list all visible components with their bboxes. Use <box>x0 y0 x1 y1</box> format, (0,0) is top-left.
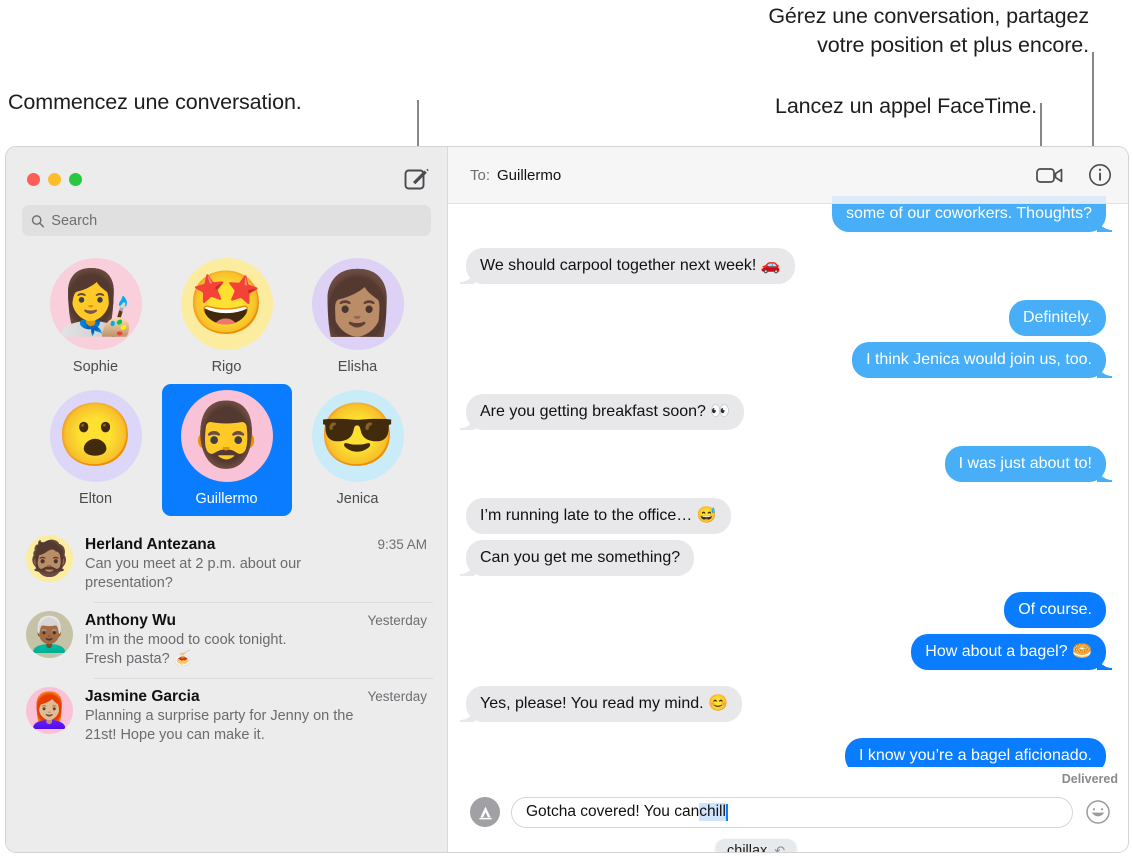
list-item-header: Anthony Wu Yesterday <box>85 612 427 630</box>
message-row: some of our coworkers. Thoughts? <box>466 196 1113 232</box>
message-row: I think Jenica would join us, too. <box>466 342 1112 378</box>
message-row: Of course. <box>466 592 1106 628</box>
list-item-preview: Can you meet at 2 p.m. about our present… <box>85 556 302 591</box>
pinned-conversation-label: Jenica <box>336 491 379 507</box>
zoom-button[interactable] <box>69 173 82 186</box>
pinned-conversation-jenica[interactable]: 😎 Jenica <box>293 384 423 516</box>
avatar: 😮 <box>49 390 142 482</box>
message-bubble-received[interactable]: We should carpool together next week! 🚗 <box>466 248 795 284</box>
list-item-body: Jasmine Garcia Yesterday Planning a surpri… <box>85 687 427 745</box>
pinned-conversation-elisha[interactable]: 👩🏽 Elisha <box>293 252 423 384</box>
message-row: I know you’re a bagel aficionado. <box>466 738 1113 767</box>
recipient-name[interactable]: Guillermo <box>497 167 561 184</box>
smiley-face-icon[interactable] <box>1084 798 1112 826</box>
message-bubble-received[interactable]: Are you getting breakfast soon? 👀 <box>466 394 745 430</box>
pinned-conversation-label: Sophie <box>72 359 119 375</box>
conversation-pane: To: Guillermo some of our coworkers. Tho… <box>448 147 1128 852</box>
close-button[interactable] <box>27 173 40 186</box>
video-camera-icon[interactable] <box>1036 161 1064 189</box>
callout-manage-conversation: Gérez une conversation, partagez votre p… <box>768 4 1089 57</box>
pinned-conversation-rigo[interactable]: 🤩 Rigo <box>162 252 292 384</box>
list-item-header: Jasmine Garcia Yesterday <box>85 688 427 706</box>
message-row: We should carpool together next week! 🚗 <box>466 248 1106 284</box>
pinned-conversation-elton[interactable]: 😮 Elton <box>31 384 161 516</box>
message-bubble-sent[interactable]: Of course. <box>1004 592 1106 628</box>
list-item[interactable]: 🧔🏽 Herland Antezana 9:35 AM Can you meet at… <box>6 526 447 602</box>
message-input-selected-text: chill <box>699 803 726 821</box>
pinned-conversation-label: Elton <box>78 491 113 507</box>
messages-window: 👩‍🎨 Sophie 🤩 Rigo 👩🏽 Elisha 😮 Elton 🧔‍♂️ Guillerm… <box>5 146 1129 853</box>
list-item-body: Anthony Wu Yesterday I’m in the mood to co… <box>85 611 427 669</box>
app-store-icon[interactable] <box>470 797 505 827</box>
avatar: 😎 <box>311 390 404 482</box>
message-row: I was just about to! <box>466 446 1113 482</box>
avatar: 🤩 <box>180 258 273 350</box>
pinned-conversation-label: Guillermo <box>195 491 258 507</box>
avatar: 👩🏽 <box>311 258 404 350</box>
list-item[interactable]: 👩🏼‍🦰 Jasmine Garcia Yesterday Planning a su… <box>6 678 447 754</box>
list-item-preview: I’m in the mood to cook tonight. Fresh p… <box>85 632 287 667</box>
message-bubble-sent[interactable]: How about a bagel? 🥯 <box>911 634 1112 670</box>
autocomplete-suggestion[interactable]: chillax ↶ <box>716 839 797 853</box>
list-item-header: Herland Antezana 9:35 AM <box>85 536 427 554</box>
list-item-sender: Anthony Wu <box>85 612 176 629</box>
conversation-header: To: Guillermo <box>448 147 1128 204</box>
list-item-timestamp: Yesterday <box>367 613 427 628</box>
list-item[interactable]: 👨🏾‍🦳 Anthony Wu Yesterday I’m in the mood t… <box>6 602 447 678</box>
traffic-light-controls <box>27 173 82 186</box>
delivery-status: Delivered <box>1061 772 1118 786</box>
avatar: 👨🏾‍🦳 <box>26 611 73 658</box>
search-input[interactable] <box>51 212 422 229</box>
window-titlebar <box>6 147 447 205</box>
search-icon <box>31 214 45 227</box>
message-bubble-received[interactable]: I’m running late to the office… 😅 <box>466 498 731 534</box>
pinned-conversation-guillermo[interactable]: 🧔‍♂️ Guillermo <box>161 384 292 516</box>
pinned-conversation-sophie[interactable]: 👩‍🎨 Sophie <box>31 252 161 384</box>
compose-pencil-square-icon[interactable] <box>403 165 429 191</box>
pinned-conversation-label: Elisha <box>337 359 378 375</box>
list-item-timestamp: 9:35 AM <box>377 537 427 552</box>
message-list: some of our coworkers. Thoughts? We shoul… <box>448 147 1128 767</box>
message-bubble-sent[interactable]: I think Jenica would join us, too. <box>852 342 1112 378</box>
avatar: 🧔‍♂️ <box>180 390 273 482</box>
avatar: 👩‍🎨 <box>49 258 142 350</box>
undo-arrow-icon[interactable]: ↶ <box>774 843 785 852</box>
to-label: To: <box>470 166 491 184</box>
info-circle-icon[interactable] <box>1086 161 1114 189</box>
list-item-body: Herland Antezana 9:35 AM Can you meet at 2… <box>85 535 427 593</box>
message-input[interactable]: Gotcha covered! You can chill <box>511 796 1073 828</box>
callout-start-conversation: Commencez une conversation. <box>8 90 302 114</box>
message-bubble-received[interactable]: Can you get me something? <box>466 540 695 576</box>
message-input-text: Gotcha covered! You can <box>526 803 700 820</box>
message-row: I’m running late to the office… 😅 <box>466 498 1106 534</box>
pinned-conversation-label: Rigo <box>211 359 242 375</box>
message-row: How about a bagel? 🥯 <box>466 634 1112 670</box>
avatar: 👩🏼‍🦰 <box>26 687 73 734</box>
message-bubble-sent[interactable]: Definitely. <box>1008 300 1106 336</box>
conversation-list: 🧔🏽 Herland Antezana 9:35 AM Can you meet at… <box>6 526 447 754</box>
message-row: Are you getting breakfast soon? 👀 <box>466 394 1106 430</box>
sidebar: 👩‍🎨 Sophie 🤩 Rigo 👩🏽 Elisha 😮 Elton 🧔‍♂️ Guillerm… <box>6 147 448 852</box>
text-caret <box>725 803 728 821</box>
list-item-sender: Herland Antezana <box>85 536 216 553</box>
message-bubble-sent[interactable]: I know you’re a bagel aficionado. <box>844 738 1113 767</box>
avatar: 🧔🏽 <box>26 535 73 582</box>
autocomplete-word: chillax <box>727 843 768 853</box>
callout-start-facetime: Lancez un appel FaceTime. <box>774 94 1037 118</box>
message-bubble-received[interactable]: Yes, please! You read my mind. 😊 <box>466 686 742 722</box>
search-container <box>6 205 447 246</box>
list-item-sender: Jasmine Garcia <box>85 688 200 705</box>
list-item-timestamp: Yesterday <box>367 689 427 704</box>
list-item-preview: Planning a surprise party for Jenny on t… <box>85 708 354 743</box>
message-row: Definitely. <box>466 300 1106 336</box>
pinned-conversations-grid: 👩‍🎨 Sophie 🤩 Rigo 👩🏽 Elisha 😮 Elton 🧔‍♂️ Guillerm… <box>6 246 447 520</box>
message-row: Yes, please! You read my mind. 😊 <box>466 686 1106 722</box>
message-composer: Gotcha covered! You can chill chillax ↶ <box>448 786 1128 852</box>
search-box[interactable] <box>22 205 431 236</box>
message-row: Can you get me something? <box>466 540 1106 576</box>
header-actions <box>1036 161 1114 189</box>
message-bubble-sent[interactable]: I was just about to! <box>944 446 1113 482</box>
minimize-button[interactable] <box>48 173 61 186</box>
